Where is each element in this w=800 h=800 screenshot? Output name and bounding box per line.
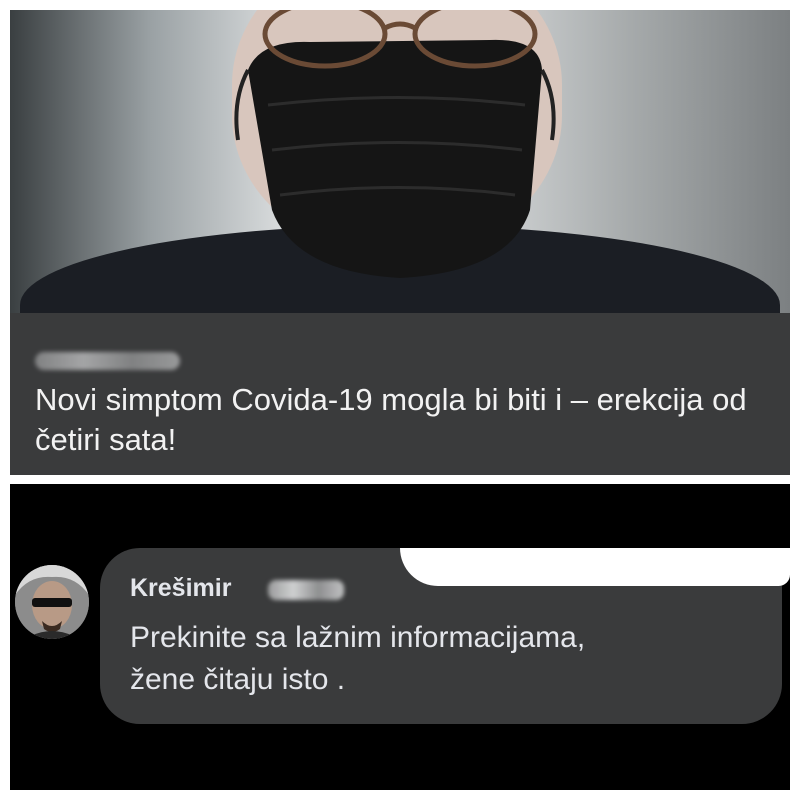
avatar[interactable]	[15, 565, 89, 639]
link-preview-card[interactable]: Novi simptom Covida-19 mogla bi biti i –…	[10, 10, 790, 475]
comment-text: Prekinite sa lažnim informacijama, žene …	[130, 617, 770, 701]
comment-author[interactable]: Krešimir	[130, 573, 231, 603]
comment-line-1: Prekinite sa lažnim informacijama,	[130, 621, 586, 654]
headline[interactable]: Novi simptom Covida-19 mogla bi biti i –…	[35, 380, 775, 460]
blurred-surname	[268, 580, 344, 600]
blurred-source-name	[35, 352, 180, 370]
avatar-photo-icon	[15, 565, 89, 639]
meme-screenshot: Novi simptom Covida-19 mogla bi biti i –…	[0, 0, 800, 800]
comment-line-2: žene čitaju isto .	[130, 663, 346, 696]
glasses-icon	[262, 10, 538, 69]
bottom-black-band	[10, 724, 790, 790]
white-corner-artifact	[400, 548, 790, 586]
preview-image	[10, 10, 790, 313]
